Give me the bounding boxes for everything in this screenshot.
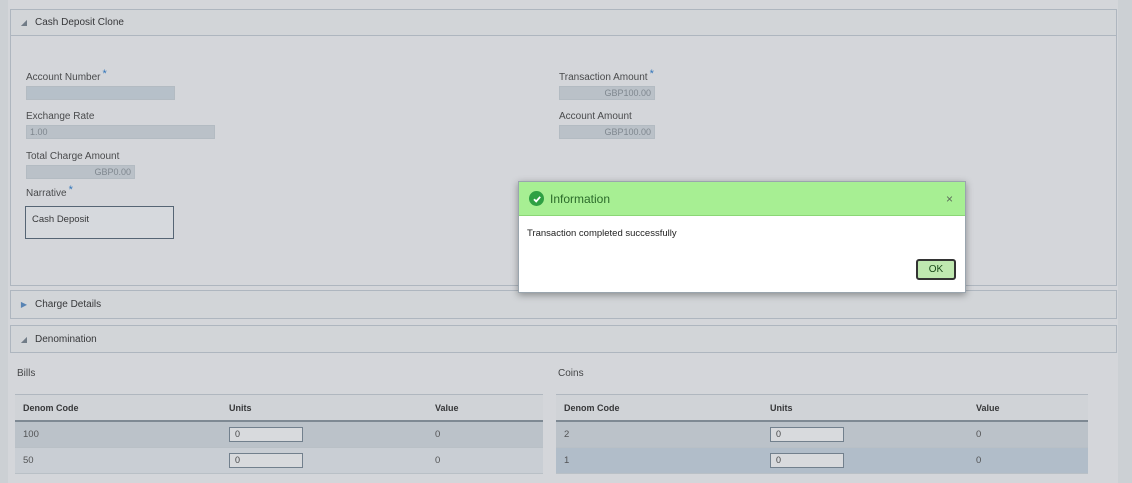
close-icon[interactable]: × <box>946 192 953 206</box>
information-dialog: Information × Transaction completed succ… <box>518 181 966 293</box>
success-check-icon <box>529 191 544 206</box>
dialog-title: Information <box>550 191 611 206</box>
dialog-header: Information × <box>519 182 965 216</box>
ok-button[interactable]: OK <box>916 259 956 280</box>
dialog-message: Transaction completed successfully <box>527 228 677 239</box>
